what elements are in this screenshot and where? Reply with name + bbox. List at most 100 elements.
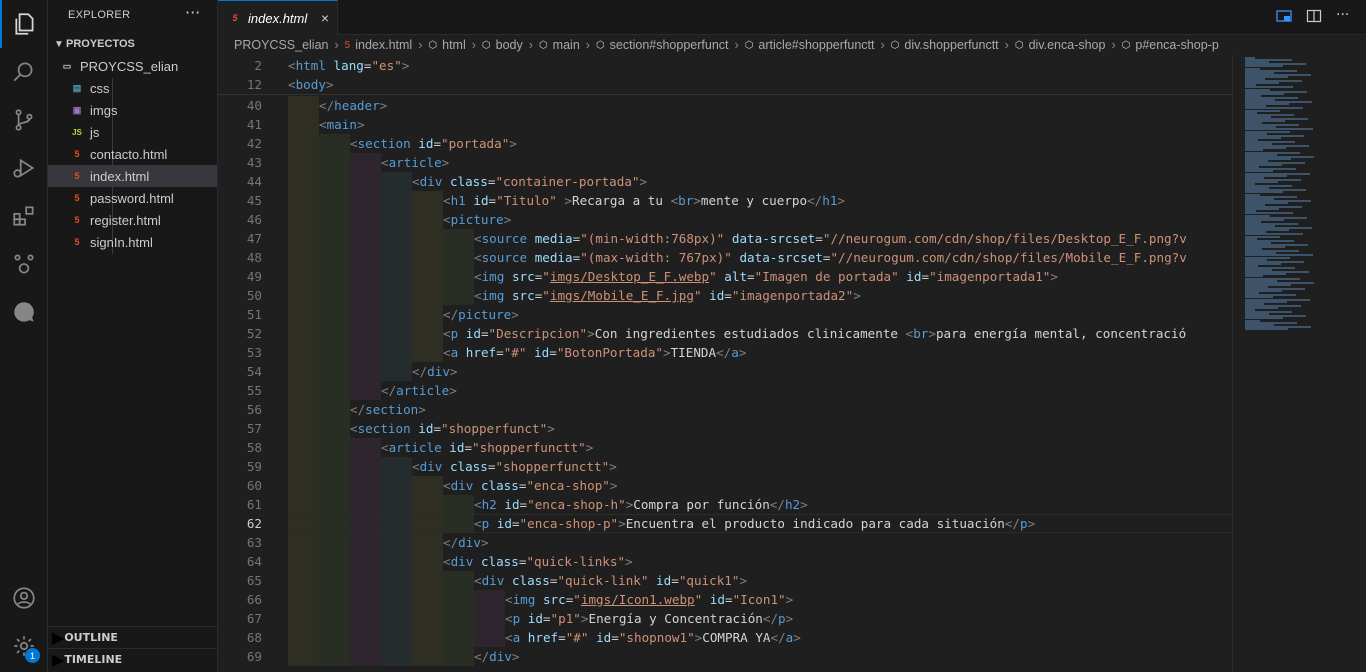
file-item-index[interactable]: 5 index.html [48,165,217,187]
code-line[interactable]: <section id="portada"> [350,134,517,153]
indent-guide [288,191,319,210]
testing-icon[interactable] [0,240,48,288]
indent-guide [319,438,350,457]
code-editor[interactable]: 2 <html lang="es"> 12 <body> 40 </header> 41 <… [218,55,1232,672]
minimap[interactable] [1232,55,1366,672]
outline-section[interactable]: ▶ OUTLINE [48,626,217,648]
code-line[interactable]: </header> [319,96,387,115]
indent-guide [350,324,381,343]
code-line[interactable]: <article> [381,153,449,172]
html5-icon: 5 [74,149,80,159]
code-line[interactable]: <div class="quick-links"> [443,552,633,571]
code-line[interactable]: <a href="#" id="BotonPortada">TIENDA</a> [443,343,746,362]
activity-bar: 1 [0,0,48,672]
code-line[interactable]: <img src="imgs/Mobile_E_F.jpg" id="image… [474,286,861,305]
code-line[interactable]: </section> [350,400,426,419]
breadcrumb-item[interactable]: html [442,38,466,52]
preview-icon[interactable] [1276,8,1292,24]
minimap-line [1245,327,1288,330]
code-line[interactable]: <section id="shopperfunct"> [350,419,555,438]
code-line[interactable]: <p id="p1">Energía y Concentración</p> [505,609,793,628]
breadcrumb-item[interactable]: article#shopperfunctt [758,38,874,52]
section-label: PROYECTOS [66,38,135,50]
indent-guide [381,609,412,628]
code-line[interactable]: <div class="quick-link" id="quick1"> [474,571,747,590]
sticky-code-line[interactable]: <body> [288,75,334,94]
more-actions-icon[interactable]: ··· [1336,8,1352,24]
file-item-imgs[interactable]: ▣ imgs [48,99,217,121]
breadcrumb-item[interactable]: div.shopperfunctt [904,38,998,52]
explorer-icon[interactable] [0,0,48,48]
indent-guide [288,533,319,552]
code-line[interactable]: <main> [319,115,365,134]
close-icon[interactable]: × [321,10,329,26]
element-symbol-icon: ⬡ [1121,39,1131,51]
notification-badge: 1 [25,648,40,663]
source-control-icon[interactable] [0,96,48,144]
manage-gear-icon[interactable]: 1 [0,622,48,670]
breadcrumb-item[interactable]: body [496,38,523,52]
breadcrumb-item[interactable]: index.html [355,38,412,52]
code-line[interactable]: <img src="imgs/Desktop_E_F.webp" alt="Im… [474,267,1058,286]
code-line[interactable]: <div class="shopperfunctt"> [412,457,617,476]
code-line[interactable]: <source media="(min-width:768px)" data-s… [474,229,1187,248]
split-editor-icon[interactable] [1306,8,1322,24]
code-line[interactable]: <picture> [443,210,511,229]
indent-guide [288,210,319,229]
html5-icon: 5 [74,193,80,203]
folder-proycss-elian[interactable]: ▭ PROYCSS_elian [48,55,217,77]
more-actions-icon[interactable]: ··· [185,3,200,22]
sidebar-title: EXPLORER [68,9,131,21]
code-line[interactable]: <p id="enca-shop-p">Encuentra el product… [474,514,1035,533]
indent-guide [288,476,319,495]
run-debug-icon[interactable] [0,144,48,192]
tab-index-html[interactable]: 5 index.html × [218,0,338,35]
editor-tabs: 5 index.html × ··· [218,0,1366,35]
code-line[interactable]: <div class="enca-shop"> [443,476,617,495]
breadcrumb-item[interactable]: p#enca-shop-p [1135,38,1218,52]
indent-guide [288,267,319,286]
breadcrumb-item[interactable]: section#shopperfunct [610,38,729,52]
file-item-password[interactable]: 5 password.html [48,187,217,209]
code-line[interactable]: <a href="#" id="shopnow1">COMPRA YA</a> [505,628,801,647]
js-icon: JS [72,127,82,137]
breadcrumb-item[interactable]: PROYCSS_elian [234,38,329,52]
code-line[interactable]: </div> [474,647,520,666]
section-proyectos[interactable]: ▼ PROYECTOS [48,33,217,55]
account-icon[interactable] [0,574,48,622]
indent-guide [319,533,350,552]
code-line[interactable]: <div class="container-portada"> [412,172,647,191]
code-line[interactable]: <article id="shopperfunctt"> [381,438,593,457]
sticky-code-line[interactable]: <html lang="es"> [288,56,409,75]
code-line[interactable]: </article> [381,381,457,400]
code-line[interactable]: <p id="Descripcion">Con ingredientes est… [443,324,1186,343]
file-item-register[interactable]: 5 register.html [48,209,217,231]
indent-guide [443,495,474,514]
indent-guide [319,552,350,571]
code-line[interactable]: <h2 id="enca-shop-h">Compra por función<… [474,495,808,514]
line-number: 55 [246,383,262,398]
code-line[interactable]: </picture> [443,305,519,324]
file-label: register.html [90,212,161,228]
code-line[interactable]: </div> [443,533,489,552]
code-line[interactable]: <h1 id="Titulo" >Recarga a tu <br>mente … [443,191,845,210]
timeline-section[interactable]: ▶ TIMELINE [48,648,217,670]
chat-icon[interactable] [0,288,48,336]
indent-guide [412,609,443,628]
file-item-js[interactable]: JS js [48,121,217,143]
code-line[interactable]: <img src="imgs/Icon1.webp" id="Icon1"> [505,590,793,609]
file-item-css[interactable]: ▤ css [48,77,217,99]
search-icon[interactable] [0,48,48,96]
extensions-icon[interactable] [0,192,48,240]
code-line[interactable]: </div> [412,362,458,381]
indent-guide [350,267,381,286]
file-item-signin[interactable]: 5 signIn.html [48,231,217,253]
file-label: contacto.html [90,146,168,162]
code-line[interactable]: <source media="(max-width: 767px)" data-… [474,248,1187,267]
breadcrumb-item[interactable]: main [553,38,580,52]
file-item-contacto[interactable]: 5 contacto.html [48,143,217,165]
breadcrumb-separator: › [471,38,476,52]
breadcrumb-item[interactable]: div.enca-shop [1029,38,1106,52]
indent-guide [350,362,381,381]
indent-guide [381,248,412,267]
